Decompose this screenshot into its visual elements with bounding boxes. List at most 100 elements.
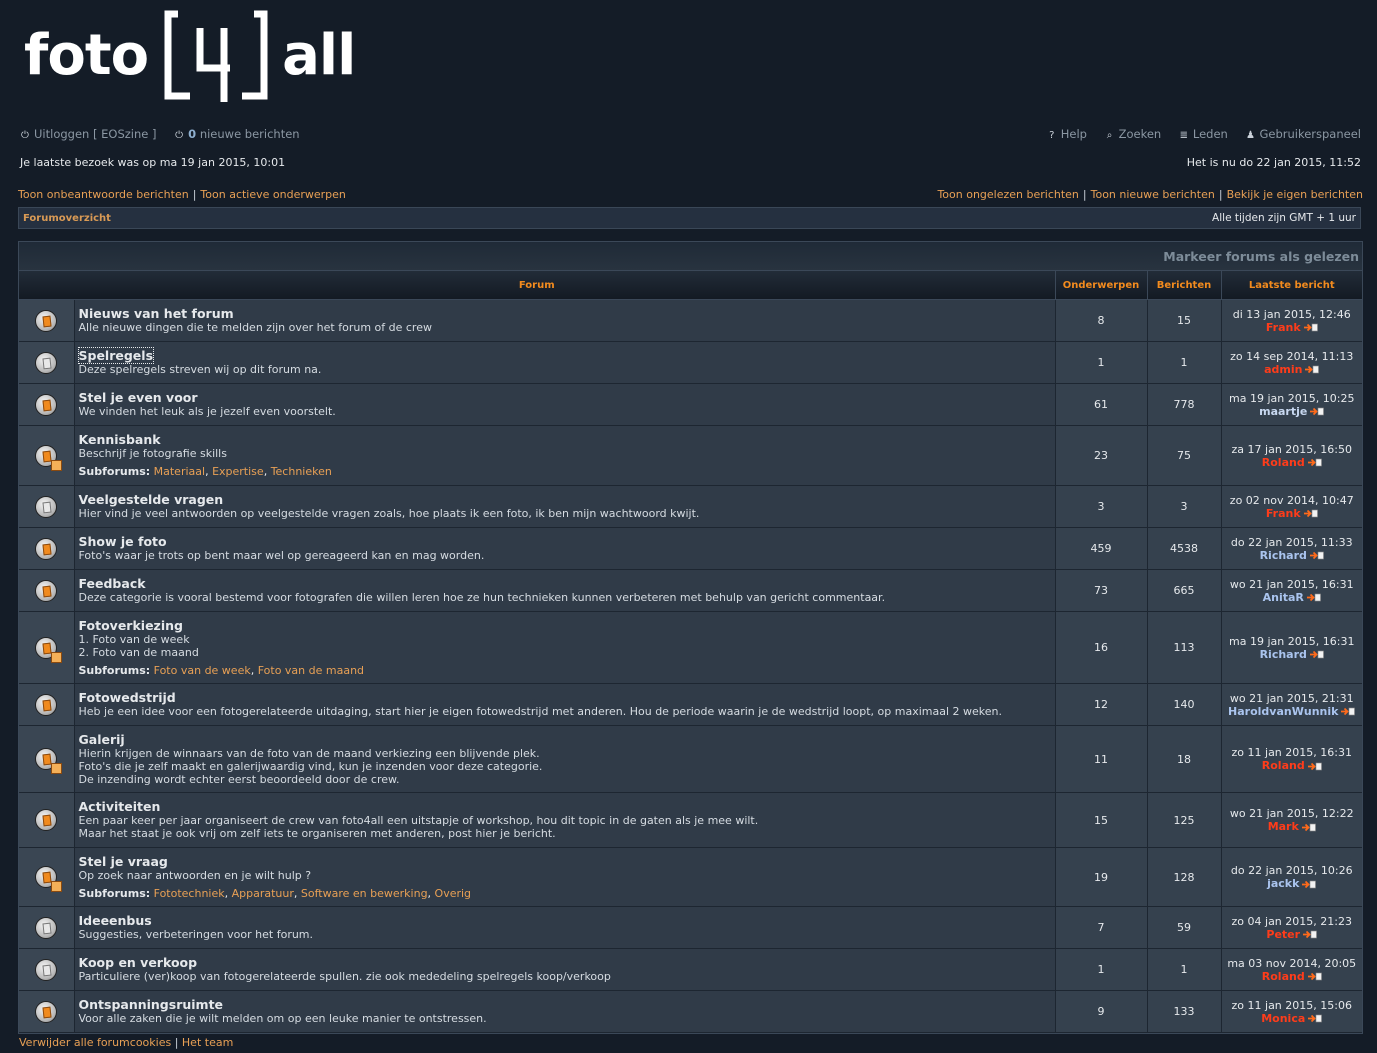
- forum-title-link[interactable]: Stel je vraag: [79, 854, 168, 869]
- delete-cookies-link[interactable]: Verwijder alle forumcookies: [19, 1036, 171, 1049]
- subforum-link[interactable]: Technieken: [271, 465, 332, 478]
- last-post-author-link[interactable]: HaroldvanWunnik: [1228, 705, 1338, 718]
- forum-title-link[interactable]: Kennisbank: [79, 432, 161, 447]
- last-post-author-link[interactable]: Monica: [1261, 1012, 1305, 1025]
- subforum-link[interactable]: Expertise: [212, 465, 264, 478]
- forum-title-link[interactable]: Ideeenbus: [79, 913, 152, 928]
- goto-last-post-icon[interactable]: [1341, 707, 1356, 716]
- forum-read-icon: [35, 809, 58, 831]
- header-forum: Forum: [19, 271, 1056, 300]
- last-post-author-link[interactable]: Frank: [1266, 507, 1301, 520]
- subforum-link[interactable]: Software en bewerking: [301, 887, 428, 900]
- forum-info-cell: Koop en verkoop Particuliere (ver)koop va…: [74, 948, 1056, 991]
- new-posts-link[interactable]: Toon nieuwe berichten: [1091, 188, 1215, 201]
- forum-title-link[interactable]: Fotowedstrijd: [79, 690, 176, 705]
- goto-last-post-icon[interactable]: [1307, 458, 1322, 467]
- search-link[interactable]: ⌕ Zoeken: [1105, 127, 1161, 141]
- goto-last-post-icon[interactable]: [1307, 762, 1322, 771]
- last-post-author-line: Richard: [1225, 549, 1360, 562]
- goto-last-post-icon[interactable]: [1309, 551, 1324, 560]
- subforum-link[interactable]: Foto van de week: [154, 664, 251, 677]
- forum-last-post-cell: zo 11 jan 2015, 16:31 Roland: [1221, 725, 1362, 793]
- forum-description: Deze spelregels streven wij op dit forum…: [78, 363, 322, 376]
- header-posts: Berichten: [1147, 271, 1222, 300]
- help-link[interactable]: ? Help: [1047, 127, 1087, 141]
- last-post-author-link[interactable]: Roland: [1262, 456, 1305, 469]
- ucp-link[interactable]: ♟ Gebruikerspaneel: [1245, 127, 1361, 141]
- forum-title-link[interactable]: Spelregels: [77, 347, 155, 364]
- subforum-link[interactable]: Apparatuur: [232, 887, 294, 900]
- forum-title-link[interactable]: Koop en verkoop: [79, 955, 198, 970]
- goto-last-post-icon[interactable]: [1301, 823, 1316, 832]
- subforums-list: Subforums: Fototechniek, Apparatuur, Sof…: [78, 886, 472, 900]
- goto-last-post-icon[interactable]: [1303, 930, 1317, 939]
- forum-row: Ontspanningsruimte Voor alle zaken die je…: [19, 990, 1362, 1033]
- forum-title-link[interactable]: Fotoverkiezing: [79, 618, 183, 633]
- unread-link[interactable]: Toon ongelezen berichten: [937, 188, 1078, 201]
- forum-description: Alle nieuwe dingen die te melden zijn ov…: [78, 321, 432, 334]
- forum-posts-count: 665: [1147, 569, 1222, 612]
- forum-title-link[interactable]: Veelgestelde vragen: [79, 492, 224, 507]
- goto-last-post-icon[interactable]: [1308, 1014, 1323, 1023]
- forum-last-post-cell: zo 14 sep 2014, 11:13 admin: [1221, 341, 1362, 384]
- last-post-date: ma 19 jan 2015, 10:25: [1229, 391, 1355, 405]
- unanswered-link[interactable]: Toon onbeantwoorde berichten: [18, 188, 189, 201]
- subforum-link[interactable]: Materiaal: [154, 465, 205, 478]
- last-post-author-link[interactable]: maartje: [1259, 405, 1307, 418]
- active-topics-link[interactable]: Toon actieve onderwerpen: [200, 188, 345, 201]
- last-post-author-link[interactable]: Mark: [1268, 820, 1299, 833]
- site-logo[interactable]: foto all: [24, 10, 356, 102]
- goto-last-post-icon[interactable]: [1303, 323, 1318, 332]
- last-post-date: di 13 jan 2015, 12:46: [1232, 307, 1351, 321]
- goto-last-post-icon[interactable]: [1302, 880, 1317, 889]
- team-link[interactable]: Het team: [182, 1036, 233, 1049]
- last-post-author-link[interactable]: Peter: [1266, 928, 1300, 941]
- forum-description: Foto's waar je trots op bent maar wel op…: [78, 549, 485, 562]
- last-post-author-link[interactable]: Roland: [1262, 759, 1305, 772]
- forum-status-cell: [19, 792, 75, 848]
- forum-read-icon: [35, 537, 58, 560]
- last-post-author-link[interactable]: Richard: [1260, 648, 1307, 661]
- forum-title-link[interactable]: Show je foto: [79, 534, 167, 549]
- new-messages-link[interactable]: ⏻ 0 nieuwe berichten: [174, 127, 299, 141]
- goto-last-post-icon[interactable]: [1310, 407, 1325, 416]
- breadcrumb-index-link[interactable]: Forumoverzicht: [23, 213, 111, 224]
- forum-topics-count: 73: [1055, 569, 1148, 612]
- last-post-date: za 17 jan 2015, 16:50: [1231, 442, 1352, 456]
- subforum-link[interactable]: Fototechniek: [154, 887, 225, 900]
- goto-last-post-icon[interactable]: [1307, 972, 1322, 981]
- last-post-author-link[interactable]: admin: [1264, 363, 1302, 376]
- last-post-author-line: AnitaR: [1225, 591, 1360, 604]
- goto-last-post-icon[interactable]: [1305, 365, 1320, 374]
- forum-title-link[interactable]: Galerij: [79, 732, 125, 747]
- logout-link[interactable]: ⏻ Uitloggen [ EOSzine ]: [20, 127, 156, 141]
- last-post-author-link[interactable]: Frank: [1266, 321, 1301, 334]
- goto-last-post-icon[interactable]: [1303, 509, 1318, 518]
- last-post-author-link[interactable]: AnitaR: [1263, 591, 1304, 604]
- goto-last-post-icon[interactable]: [1309, 650, 1324, 659]
- last-post-author-line: Frank: [1225, 321, 1360, 334]
- last-post-author-link[interactable]: jackk: [1267, 877, 1299, 890]
- forum-title-link[interactable]: Nieuws van het forum: [79, 306, 234, 321]
- forum-posts-count: 133: [1147, 990, 1222, 1033]
- last-post-author-link[interactable]: Richard: [1260, 549, 1307, 562]
- user-icon: ♟: [1245, 130, 1255, 141]
- goto-last-post-icon[interactable]: [1306, 593, 1321, 602]
- members-link[interactable]: ≣ Leden: [1179, 127, 1228, 141]
- forum-title-link[interactable]: Activiteiten: [79, 799, 161, 814]
- forum-status-cell: [19, 485, 75, 528]
- subforum-link[interactable]: Foto van de maand: [258, 664, 364, 677]
- last-post-date: do 22 jan 2015, 10:26: [1230, 864, 1353, 877]
- forum-read-icon: [35, 693, 58, 716]
- own-posts-link[interactable]: Bekijk je eigen berichten: [1227, 188, 1363, 201]
- last-post-author-link[interactable]: Roland: [1262, 970, 1305, 983]
- forum-last-post-cell: ma 19 jan 2015, 16:31 Richard: [1221, 611, 1362, 684]
- forum-title-link[interactable]: Stel je even voor: [79, 390, 198, 405]
- forum-description: 2. Foto van de maand: [78, 645, 199, 659]
- mark-forums-read-link[interactable]: Markeer forums als gelezen: [1163, 249, 1359, 264]
- forum-title-link[interactable]: Ontspanningsruimte: [79, 997, 224, 1012]
- forum-posts-count: 59: [1147, 906, 1222, 949]
- forum-status-cell: [19, 527, 75, 570]
- forum-title-link[interactable]: Feedback: [79, 576, 146, 591]
- subforum-link[interactable]: Overig: [435, 887, 472, 900]
